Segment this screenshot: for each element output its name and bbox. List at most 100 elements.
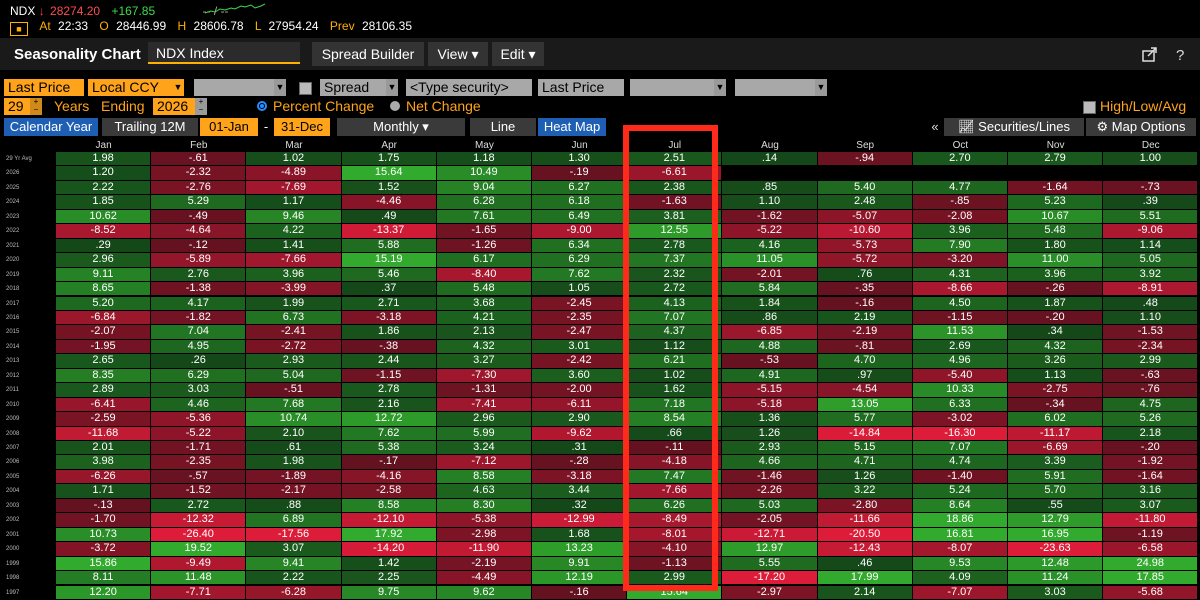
heatmap-cell[interactable]: -3.72 xyxy=(56,542,151,556)
heatmap-cell[interactable]: 3.44 xyxy=(532,484,627,498)
heatmap-cell[interactable]: -.16 xyxy=(532,585,627,599)
heatmap-cell[interactable]: -2.08 xyxy=(912,209,1007,224)
heatmap-cell[interactable]: 5.23 xyxy=(1008,195,1103,209)
heatmap-cell[interactable]: 2.16 xyxy=(341,397,436,412)
heatmap-cell[interactable]: -.76 xyxy=(1103,383,1198,397)
heatmap-cell[interactable] xyxy=(722,166,817,180)
heatmap-cell[interactable]: -1.71 xyxy=(151,441,246,455)
heatmap-cell[interactable]: .85 xyxy=(722,180,817,195)
heatmap-cell[interactable]: .66 xyxy=(627,426,722,440)
chevron-down-icon[interactable]: ▼ xyxy=(274,79,286,96)
heatmap-cell[interactable]: 2.99 xyxy=(627,571,722,585)
heatmap-cell[interactable]: -.20 xyxy=(1103,441,1198,455)
securities-lines-button[interactable]: 📈︎ Securities/Lines xyxy=(944,118,1084,136)
heatmap-cell[interactable]: 2.69 xyxy=(912,339,1007,354)
heatmap-cell[interactable]: -2.41 xyxy=(246,325,341,339)
heatmap-cell[interactable]: 2.48 xyxy=(817,195,912,209)
heatmap-cell[interactable]: 15.19 xyxy=(341,253,436,267)
heatmap-cell[interactable]: -3.02 xyxy=(912,412,1007,426)
heatmap-cell[interactable]: 6.21 xyxy=(627,354,722,368)
heatmap-cell[interactable]: -7.07 xyxy=(912,585,1007,599)
heatmap-cell[interactable]: .29 xyxy=(56,238,151,253)
heatmap-cell[interactable]: -.85 xyxy=(912,195,1007,209)
heatmap-cell[interactable]: 2.99 xyxy=(1103,354,1198,368)
heatmap-cell[interactable]: 1.68 xyxy=(532,527,627,542)
heatmap-cell[interactable]: 4.09 xyxy=(912,571,1007,585)
heatmap-cell[interactable]: 4.22 xyxy=(246,224,341,238)
heatmap-cell[interactable]: -2.26 xyxy=(722,484,817,498)
heatmap-cell[interactable]: -11.80 xyxy=(1103,513,1198,527)
heatmap-cell[interactable]: 6.27 xyxy=(532,180,627,195)
heatmap-cell[interactable]: -1.38 xyxy=(151,282,246,296)
heatmap-cell[interactable]: 2.25 xyxy=(341,571,436,585)
heatmap-cell[interactable]: -1.63 xyxy=(627,195,722,209)
heatmap-cell[interactable]: -8.52 xyxy=(56,224,151,238)
heatmap-cell[interactable]: 6.34 xyxy=(532,238,627,253)
heatmap-cell[interactable]: -5.07 xyxy=(817,209,912,224)
view-menu-button[interactable]: View ▾ xyxy=(428,42,488,66)
heatmap-cell[interactable]: -7.66 xyxy=(246,253,341,267)
heatmap-cell[interactable]: 7.61 xyxy=(436,209,531,224)
heatmap-cell[interactable]: .76 xyxy=(817,267,912,282)
heatmap-cell[interactable] xyxy=(1008,166,1103,180)
heatmap-cell[interactable]: 7.07 xyxy=(912,441,1007,455)
heatmap-cell[interactable]: 16.81 xyxy=(912,527,1007,542)
heatmap-cell[interactable]: 10.73 xyxy=(56,527,151,542)
heatmap-cell[interactable]: -17.56 xyxy=(246,527,341,542)
heatmap-cell[interactable]: 1.17 xyxy=(246,195,341,209)
blank-field2-select[interactable] xyxy=(630,79,714,96)
heatmap-cell[interactable]: -8.49 xyxy=(627,513,722,527)
heatmap-cell[interactable]: 3.07 xyxy=(246,542,341,556)
heatmap-cell[interactable]: 3.39 xyxy=(1008,455,1103,469)
heatmap-cell[interactable]: 1.52 xyxy=(341,180,436,195)
heatmap-cell[interactable]: 1.02 xyxy=(246,152,341,166)
percent-change-label[interactable]: Percent Change xyxy=(273,98,374,115)
heatmap-cell[interactable]: 11.05 xyxy=(722,253,817,267)
heatmap-cell[interactable]: 1.98 xyxy=(246,455,341,469)
heatmap-cell[interactable]: 7.62 xyxy=(341,426,436,440)
heatmap-cell[interactable]: 12.19 xyxy=(532,571,627,585)
heatmap-cell[interactable]: 5.29 xyxy=(151,195,246,209)
heatmap-cell[interactable]: -2.32 xyxy=(151,166,246,180)
heatmap-cell[interactable]: 5.99 xyxy=(436,426,531,440)
heatmap-cell[interactable]: -2.75 xyxy=(1008,383,1103,397)
heatmap-cell[interactable]: 1.10 xyxy=(722,195,817,209)
heatmap-cell[interactable]: 4.95 xyxy=(151,339,246,354)
chevron-down-icon[interactable]: ▼ xyxy=(172,79,184,96)
heatmap-cell[interactable]: 8.58 xyxy=(436,469,531,484)
heatmap-cell[interactable]: 6.29 xyxy=(151,368,246,383)
heatmap-cell[interactable]: -1.26 xyxy=(436,238,531,253)
heatmap-cell[interactable]: 3.16 xyxy=(1103,484,1198,498)
heatmap-cell[interactable]: 4.21 xyxy=(436,310,531,325)
heatmap-cell[interactable]: -7.71 xyxy=(151,585,246,599)
heatmap-cell[interactable]: -1.19 xyxy=(1103,527,1198,542)
heatmap-cell[interactable]: 12.97 xyxy=(722,542,817,556)
heatmap-cell[interactable]: -.51 xyxy=(246,383,341,397)
heatmap-cell[interactable]: 4.71 xyxy=(817,455,912,469)
blank-field3-select[interactable] xyxy=(735,79,815,96)
heatmap-cell[interactable]: -6.11 xyxy=(532,397,627,412)
heatmap-cell[interactable]: 9.91 xyxy=(532,556,627,571)
heatmap-cell[interactable]: 15.86 xyxy=(56,556,151,571)
heatmap-cell[interactable]: 2.70 xyxy=(912,152,1007,166)
heatmap-cell[interactable]: -1.65 xyxy=(436,224,531,238)
map-options-button[interactable]: ⚙ Map Options xyxy=(1086,118,1196,136)
heatmap-cell[interactable]: 6.49 xyxy=(532,209,627,224)
heatmap-cell[interactable]: 9.41 xyxy=(246,556,341,571)
heatmap-cell[interactable]: -.13 xyxy=(56,498,151,513)
heatmap-cell[interactable]: -6.84 xyxy=(56,310,151,325)
heatmap-cell[interactable]: 9.75 xyxy=(341,585,436,599)
heatmap-cell[interactable]: -4.89 xyxy=(246,166,341,180)
heatmap-cell[interactable]: 12.20 xyxy=(56,585,151,599)
heatmap-cell[interactable]: 5.51 xyxy=(1103,209,1198,224)
heatmap-cell[interactable]: -4.49 xyxy=(436,571,531,585)
heatmap-cell[interactable]: -1.15 xyxy=(912,310,1007,325)
blank-field-select[interactable] xyxy=(194,79,274,96)
heatmap-cell[interactable]: 7.18 xyxy=(627,397,722,412)
heatmap-cell[interactable]: -.49 xyxy=(151,209,246,224)
heatmap-cell[interactable]: -1.64 xyxy=(1008,180,1103,195)
heatmap-cell[interactable]: 1.05 xyxy=(532,282,627,296)
heatmap-cell[interactable]: -8.66 xyxy=(912,282,1007,296)
heatmap-cell[interactable]: -7.69 xyxy=(246,180,341,195)
heatmap-cell[interactable]: -6.58 xyxy=(1103,542,1198,556)
